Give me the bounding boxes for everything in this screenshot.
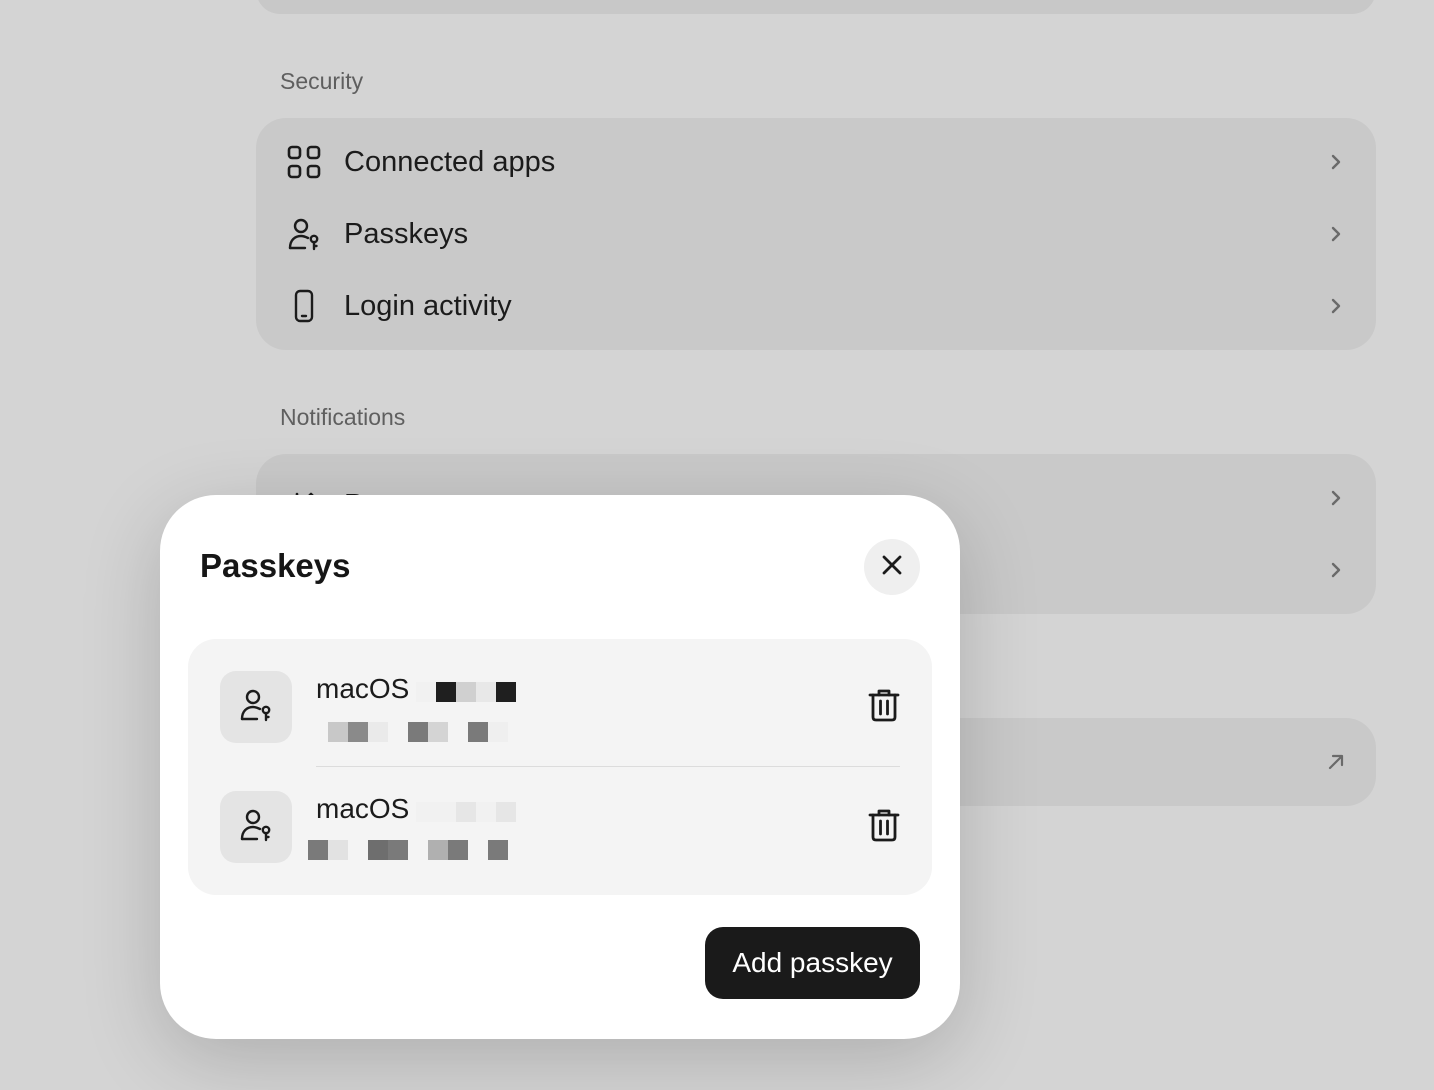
passkey-name: macOS [316, 673, 410, 704]
add-passkey-button[interactable]: Add passkey [705, 927, 920, 999]
redacted-name-suffix [416, 802, 516, 822]
menu-item-label: Login activity [344, 289, 512, 322]
section-title-security: Security [280, 68, 364, 94]
passkey-item: macOS [188, 639, 932, 767]
redacted-details [328, 722, 508, 742]
passkey-name: macOS [316, 793, 410, 824]
redacted-name-suffix [416, 682, 516, 702]
grid-icon [286, 144, 322, 180]
close-icon [880, 553, 904, 582]
passkey-item: macOS [188, 759, 932, 879]
menu-item-label: Connected apps [344, 145, 556, 178]
user-key-icon [239, 808, 273, 847]
user-key-icon [239, 688, 273, 727]
menu-item-login-activity[interactable]: Login activity [256, 270, 1376, 342]
passkey-list: macOS macOS [188, 639, 932, 895]
modal-title: Passkeys [200, 547, 351, 584]
passkeys-modal: Passkeys macOS macOS Add passkey [160, 495, 960, 1039]
trash-icon [868, 808, 900, 847]
passkey-avatar [220, 791, 292, 863]
close-button[interactable] [864, 539, 920, 595]
previous-section-card [256, 0, 1376, 14]
delete-passkey-button[interactable] [864, 807, 904, 847]
menu-item-connected-apps[interactable]: Connected apps [256, 126, 1376, 198]
redacted-details [308, 840, 508, 860]
menu-item-label: Passkeys [344, 217, 469, 250]
chevron-right-icon [1326, 224, 1346, 244]
chevron-right-icon [1326, 488, 1346, 508]
security-card: Connected apps Passkeys Login activity [256, 118, 1376, 350]
chevron-right-icon [1326, 152, 1346, 172]
chevron-right-icon [1326, 560, 1346, 580]
passkey-avatar [220, 671, 292, 743]
external-arrow-icon [1326, 752, 1346, 772]
delete-passkey-button[interactable] [864, 687, 904, 727]
phone-icon [286, 288, 322, 324]
trash-icon [868, 688, 900, 727]
user-key-icon [286, 216, 322, 252]
menu-item-passkeys[interactable]: Passkeys [256, 198, 1376, 270]
chevron-right-icon [1326, 296, 1346, 316]
section-title-notifications: Notifications [280, 404, 406, 430]
